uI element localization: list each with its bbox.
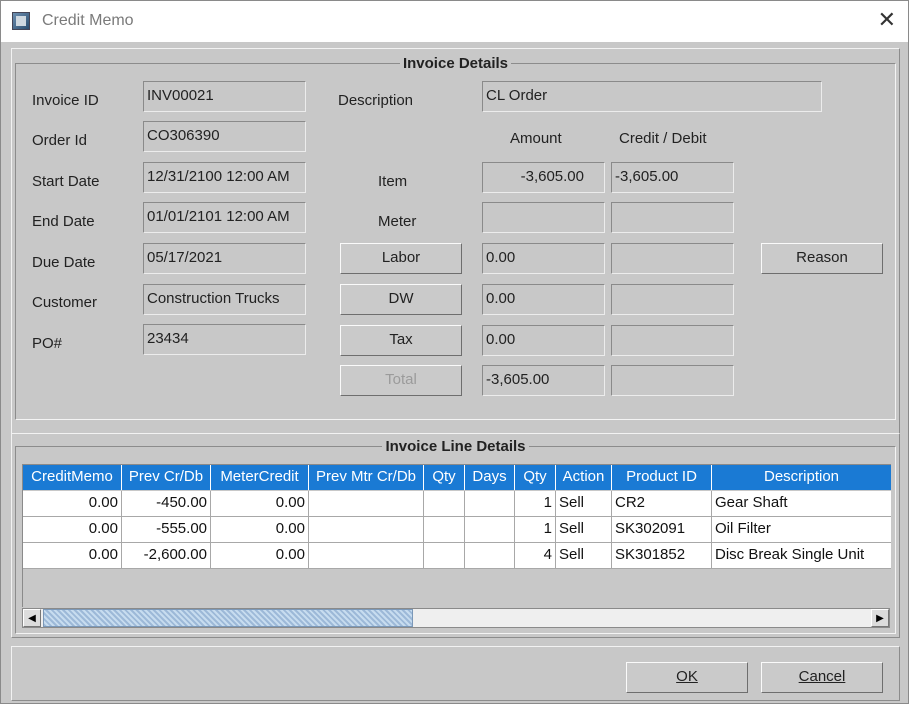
ok-label: OK [676,668,698,685]
start-date-label: Start Date [32,173,100,190]
cell-product-id[interactable]: SK301852 [612,543,712,568]
order-id-label: Order Id [32,132,88,149]
horizontal-scrollbar[interactable]: ◀ ▶ [22,608,890,628]
cell-description[interactable]: Gear Shaft [712,491,891,516]
total-amount-field[interactable]: -3,605.00 [482,365,605,396]
cell-product-id[interactable]: CR2 [612,491,712,516]
invoice-id-label: Invoice ID [32,92,99,109]
total-credit-field[interactable] [611,365,734,396]
due-date-label: Due Date [32,254,96,271]
cell-description[interactable]: Disc Break Single Unit [712,543,891,568]
tax-credit-field[interactable] [611,325,734,356]
cell-qty[interactable] [424,543,465,568]
item-label: Item [378,173,408,190]
col-header-product-id[interactable]: Product ID [612,465,712,490]
table-row[interactable]: 0.00 -450.00 0.00 1 Sell CR2 Gear Shaft [23,491,891,517]
po-field[interactable]: 23434 [143,324,306,355]
labor-amount-field[interactable]: 0.00 [482,243,605,274]
end-date-field[interactable]: 01/01/2101 12:00 AM [143,202,306,233]
table-row[interactable]: 0.00 -2,600.00 0.00 4 Sell SK301852 Disc… [23,543,891,569]
credit-debit-header: Credit / Debit [619,130,707,147]
end-date-label: End Date [32,213,95,230]
description-label: Description [338,92,414,109]
col-header-prev-cr-db[interactable]: Prev Cr/Db [122,465,211,490]
close-icon[interactable]: ✕ [878,7,896,33]
line-details-title: Invoice Line Details [16,438,895,455]
col-header-action[interactable]: Action [556,465,612,490]
cell-metercredit[interactable]: 0.00 [211,491,309,516]
col-header-qty-2[interactable]: Qty [515,465,556,490]
col-header-prev-mtr-cr-db[interactable]: Prev Mtr Cr/Db [309,465,424,490]
cell-days[interactable] [465,491,515,516]
cell-metercredit[interactable]: 0.00 [211,543,309,568]
credit-memo-window: Credit Memo ✕ Invoice Details Invoice ID… [0,0,909,704]
table-header-row: CreditMemo Prev Cr/Db MeterCredit Prev M… [23,465,891,490]
cell-creditmemo[interactable]: 0.00 [23,517,122,542]
description-field[interactable]: CL Order [482,81,822,112]
col-header-description[interactable]: Description [712,465,891,490]
cell-qty[interactable] [424,517,465,542]
line-details-table: CreditMemo Prev Cr/Db MeterCredit Prev M… [22,464,891,607]
cell-description[interactable]: Oil Filter [712,517,891,542]
cell-action[interactable]: Sell [556,491,612,516]
total-button: Total [340,365,462,396]
scroll-left-icon[interactable]: ◀ [23,609,41,627]
cell-prev-cr-db[interactable]: -2,600.00 [122,543,211,568]
meter-credit-field[interactable] [611,202,734,233]
meter-amount-field[interactable] [482,202,605,233]
dw-amount-field[interactable]: 0.00 [482,284,605,315]
labor-credit-field[interactable] [611,243,734,274]
tax-amount-field[interactable]: 0.00 [482,325,605,356]
meter-label: Meter [378,213,417,230]
cell-creditmemo[interactable]: 0.00 [23,543,122,568]
invoice-id-field[interactable]: INV00021 [143,81,306,112]
po-label: PO# [32,335,63,352]
col-header-creditmemo[interactable]: CreditMemo [23,465,122,490]
item-amount-field[interactable]: -3,605.00 [482,162,605,193]
cell-prev-cr-db[interactable]: -555.00 [122,517,211,542]
cancel-button[interactable]: Cancel [761,662,883,693]
due-date-field[interactable]: 05/17/2021 [143,243,306,274]
scroll-thumb[interactable] [43,609,413,627]
item-credit-field[interactable]: -3,605.00 [611,162,734,193]
order-id-field[interactable]: CO306390 [143,121,306,152]
cell-qty-2[interactable]: 1 [515,491,556,516]
col-header-qty[interactable]: Qty [424,465,465,490]
cell-action[interactable]: Sell [556,517,612,542]
cell-prev-mtr-cr-db[interactable] [309,517,424,542]
cell-prev-cr-db[interactable]: -450.00 [122,491,211,516]
dw-credit-field[interactable] [611,284,734,315]
cell-qty-2[interactable]: 1 [515,517,556,542]
scroll-right-icon[interactable]: ▶ [871,609,889,627]
cell-action[interactable]: Sell [556,543,612,568]
dw-button[interactable]: DW [340,284,462,315]
start-date-field[interactable]: 12/31/2100 12:00 AM [143,162,306,193]
cell-prev-mtr-cr-db[interactable] [309,491,424,516]
amount-header: Amount [510,130,562,147]
cell-qty-2[interactable]: 4 [515,543,556,568]
customer-label: Customer [32,294,98,311]
title-bar: Credit Memo ✕ [1,1,908,42]
tax-button[interactable]: Tax [340,325,462,356]
cell-product-id[interactable]: SK302091 [612,517,712,542]
cell-metercredit[interactable]: 0.00 [211,517,309,542]
table-row[interactable]: 0.00 -555.00 0.00 1 Sell SK302091 Oil Fi… [23,517,891,543]
ok-button[interactable]: OK [626,662,748,693]
cell-creditmemo[interactable]: 0.00 [23,491,122,516]
window-title: Credit Memo [42,12,134,29]
customer-field[interactable]: Construction Trucks [143,284,306,315]
app-icon [12,12,30,30]
cancel-label: Cancel [798,668,846,685]
reason-button[interactable]: Reason [761,243,883,274]
cell-days[interactable] [465,543,515,568]
cell-days[interactable] [465,517,515,542]
cell-qty[interactable] [424,491,465,516]
col-header-metercredit[interactable]: MeterCredit [211,465,309,490]
col-header-days[interactable]: Days [465,465,515,490]
cell-prev-mtr-cr-db[interactable] [309,543,424,568]
labor-button[interactable]: Labor [340,243,462,274]
invoice-details-title: Invoice Details [16,55,895,72]
